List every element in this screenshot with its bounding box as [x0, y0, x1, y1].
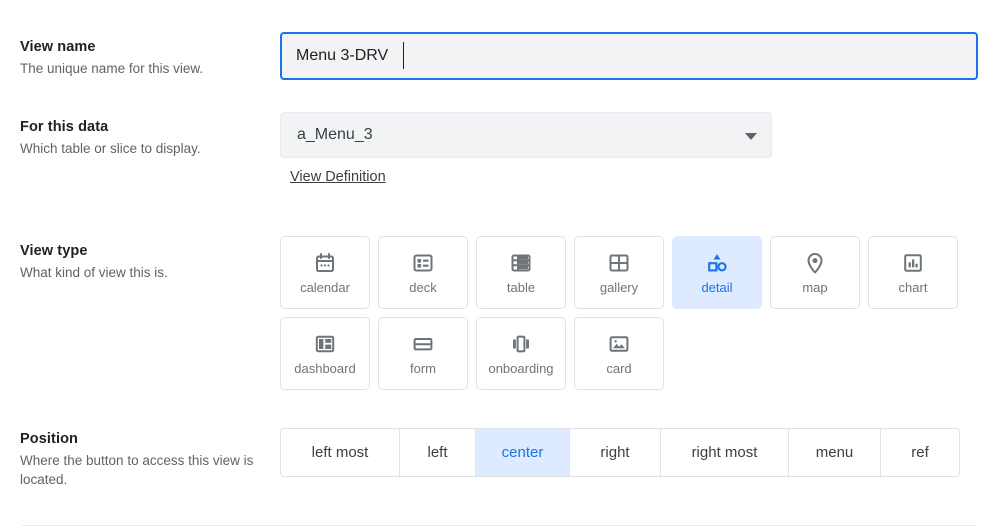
map-pin-icon — [803, 250, 827, 276]
view-type-tile-label: gallery — [599, 280, 639, 295]
position-option-right[interactable]: right — [570, 429, 661, 476]
view-name-row: View name The unique name for this view. — [0, 32, 999, 94]
view-type-tile-row: dashboard form onboarding card — [280, 317, 980, 390]
position-option-center[interactable]: center — [476, 429, 570, 476]
text-cursor — [403, 42, 404, 69]
for-this-data-description: Which table or slice to display. — [20, 141, 201, 156]
view-type-tile-chart[interactable]: chart — [868, 236, 958, 309]
view-type-tile-card[interactable]: card — [574, 317, 664, 390]
calendar-icon — [313, 250, 337, 276]
view-type-tile-form[interactable]: form — [378, 317, 468, 390]
onboarding-icon — [509, 331, 533, 357]
data-source-select[interactable]: a_Menu_3 — [280, 112, 772, 158]
view-type-label-group: View type What kind of view this is. — [20, 242, 270, 282]
view-type-tile-calendar[interactable]: calendar — [280, 236, 370, 309]
view-type-title: View type — [20, 243, 88, 259]
position-segmented-control: left most left center right right most menu re… — [280, 428, 960, 477]
view-type-tile-row: calendar deck table gallery detail map chart — [280, 236, 980, 309]
position-option-right-most[interactable]: right most — [661, 429, 789, 476]
view-type-tile-label: map — [802, 280, 828, 295]
card-icon — [607, 331, 631, 357]
view-definition-link[interactable]: View Definition — [290, 169, 386, 185]
view-type-tile-map[interactable]: map — [770, 236, 860, 309]
dashboard-icon — [313, 331, 337, 357]
position-option-left-most[interactable]: left most — [281, 429, 400, 476]
view-type-tile-label: onboarding — [488, 361, 554, 376]
view-type-tile-label: card — [606, 361, 632, 376]
data-source-value: a_Menu_3 — [297, 126, 373, 143]
view-type-tile-label: detail — [701, 280, 733, 295]
view-type-tile-label: form — [410, 361, 436, 376]
position-option-menu[interactable]: menu — [789, 429, 881, 476]
for-this-data-label-group: For this data Which table or slice to di… — [20, 118, 270, 158]
view-settings-panel: View name The unique name for this view.… — [0, 0, 999, 532]
view-type-tile-grid: calendar deck table gallery detail map chart da… — [280, 236, 980, 398]
view-type-tile-label: calendar — [300, 280, 350, 295]
position-label-group: Position Where the button to access this… — [20, 430, 270, 489]
for-this-data-title: For this data — [20, 119, 109, 135]
view-type-tile-label: deck — [409, 280, 437, 295]
position-option-left[interactable]: left — [400, 429, 476, 476]
view-type-tile-label: dashboard — [294, 361, 356, 376]
view-type-tile-dashboard[interactable]: dashboard — [280, 317, 370, 390]
table-icon — [509, 250, 533, 276]
section-divider — [22, 525, 977, 526]
position-option-ref[interactable]: ref — [881, 429, 959, 476]
position-description: Where the button to access this view is … — [20, 453, 254, 487]
view-type-tile-label: table — [506, 280, 536, 295]
deck-icon — [411, 250, 435, 276]
view-type-description: What kind of view this is. — [20, 265, 168, 280]
detail-icon — [705, 250, 729, 276]
view-name-input[interactable] — [280, 32, 978, 80]
position-title: Position — [20, 431, 78, 447]
view-type-tile-table[interactable]: table — [476, 236, 566, 309]
form-icon — [411, 331, 435, 357]
view-type-tile-onboarding[interactable]: onboarding — [476, 317, 566, 390]
view-type-tile-detail[interactable]: detail — [672, 236, 762, 309]
chevron-down-icon — [745, 133, 757, 140]
gallery-icon — [607, 250, 631, 276]
chart-icon — [901, 250, 925, 276]
view-type-tile-deck[interactable]: deck — [378, 236, 468, 309]
view-name-input-wrap — [0, 32, 999, 84]
view-type-tile-gallery[interactable]: gallery — [574, 236, 664, 309]
for-this-data-row: For this data Which table or slice to di… — [0, 112, 999, 207]
position-row: Position Where the button to access this… — [0, 428, 999, 518]
view-type-tile-label: chart — [898, 280, 928, 295]
view-type-row: View type What kind of view this is. cal… — [0, 236, 999, 406]
